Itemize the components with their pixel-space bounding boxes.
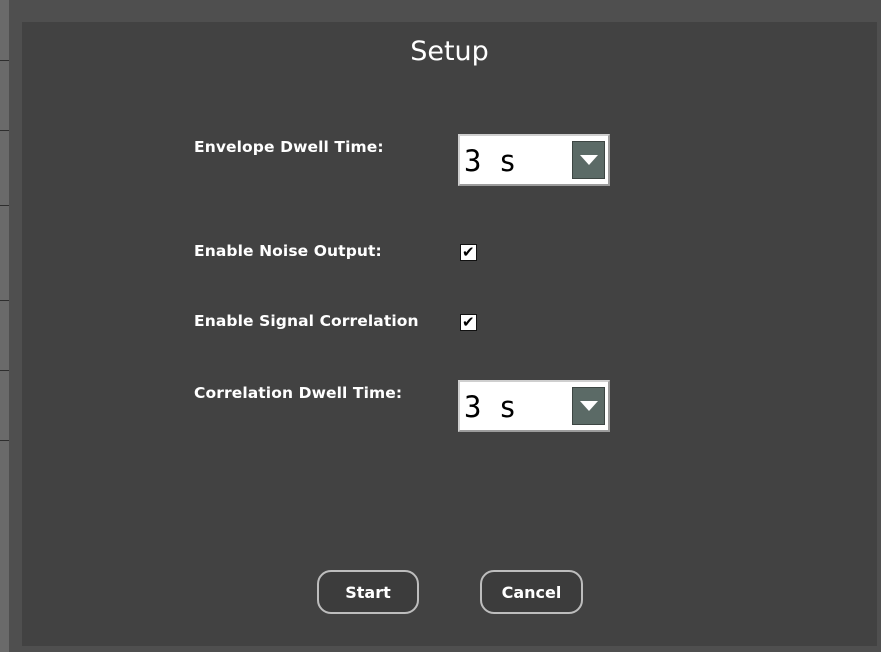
checkmark-icon: ✔ <box>462 243 475 261</box>
correlation-dwell-time-select[interactable]: 3 s <box>458 380 610 432</box>
envelope-dwell-time-value: 3 s <box>464 144 517 178</box>
enable-noise-output-checkbox[interactable]: ✔ <box>460 244 477 261</box>
correlation-dwell-time-value: 3 s <box>464 390 517 424</box>
enable-noise-output-label: Enable Noise Output: <box>194 242 382 260</box>
correlation-dwell-dropdown-button[interactable] <box>572 387 605 425</box>
start-button[interactable]: Start <box>317 570 419 614</box>
cancel-button[interactable]: Cancel <box>480 570 583 614</box>
correlation-dwell-time-label: Correlation Dwell Time: <box>194 384 403 402</box>
enable-signal-correlation-label: Enable Signal Correlation <box>194 312 419 330</box>
envelope-dwell-time-select[interactable]: 3 s <box>458 134 610 186</box>
setup-dialog: Setup Envelope Dwell Time: 3 s Enable No… <box>22 22 877 646</box>
chevron-down-icon <box>580 155 598 165</box>
envelope-dwell-dropdown-button[interactable] <box>572 141 605 179</box>
checkmark-icon: ✔ <box>462 313 475 331</box>
enable-signal-correlation-checkbox[interactable]: ✔ <box>460 314 477 331</box>
chevron-down-icon <box>580 401 598 411</box>
dialog-title: Setup <box>410 36 489 67</box>
envelope-dwell-time-label: Envelope Dwell Time: <box>194 138 384 156</box>
window-edge <box>0 0 9 652</box>
